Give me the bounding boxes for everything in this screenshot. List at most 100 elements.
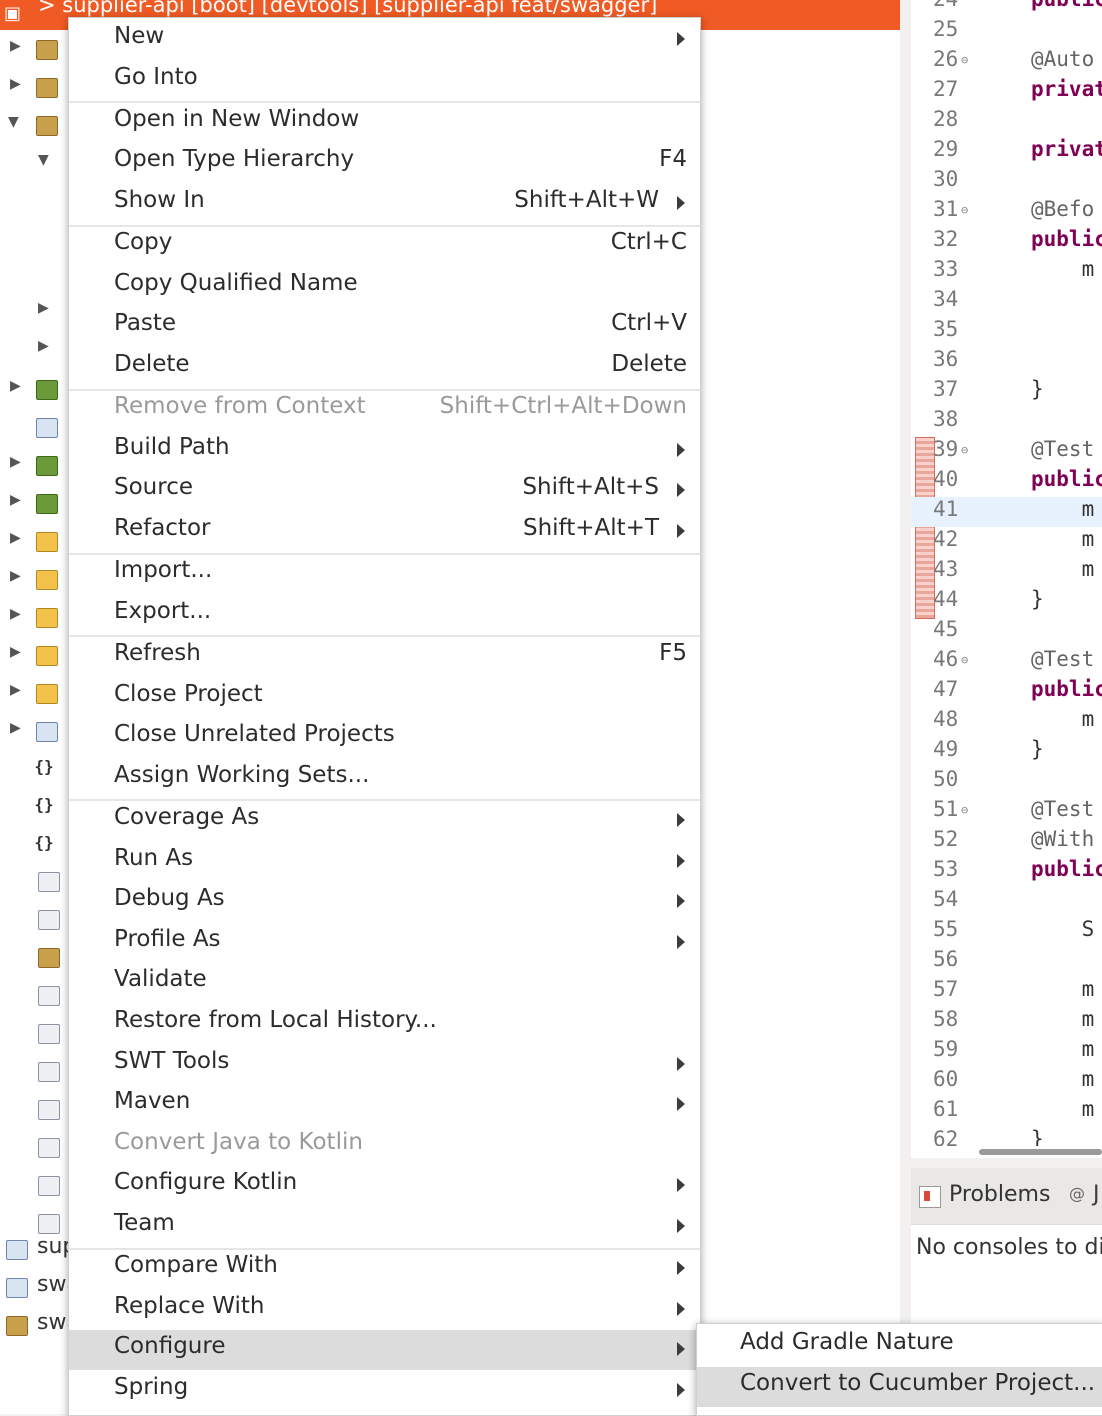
menu-item-configure-kotlin[interactable]: Configure Kotlin (69, 1166, 700, 1206)
tree-item[interactable]: ▶ (0, 330, 70, 368)
tree-item[interactable]: ▶ (0, 68, 70, 106)
code-line[interactable]: 55 S (911, 917, 1102, 947)
tree-item[interactable]: ▶ (0, 712, 70, 750)
submenu-item-convert-to-cucumber-project[interactable]: Convert to Cucumber Project... (697, 1367, 1102, 1407)
code-line[interactable]: 34 (911, 287, 1102, 317)
tree-item[interactable]: {} (0, 786, 70, 824)
submenu-item-add-gradle-nature[interactable]: Add Gradle Nature (697, 1326, 1102, 1366)
menu-item-build-path[interactable]: Build Path (69, 431, 700, 471)
code-line[interactable]: 41 m (911, 497, 1102, 527)
tree-item[interactable]: ▶ (0, 636, 70, 674)
menu-item-configure[interactable]: Configure (69, 1330, 700, 1371)
code-line[interactable]: 38 (911, 407, 1102, 437)
code-line[interactable]: 32 public (911, 227, 1102, 257)
menu-item-spring[interactable]: Spring (69, 1371, 700, 1411)
code-line[interactable]: 53 public (911, 857, 1102, 887)
menu-item-run-as[interactable]: Run As (69, 842, 700, 882)
expand-arrow-icon[interactable]: ▶ (38, 300, 49, 316)
tree-item[interactable]: swa (0, 1268, 80, 1306)
code-line[interactable]: 35 (911, 317, 1102, 347)
tree-item[interactable]: {} (0, 748, 70, 786)
scrollbar-thumb[interactable] (979, 1149, 1102, 1155)
code-line[interactable]: 47 public (911, 677, 1102, 707)
menu-item-copy[interactable]: Copy Ctrl+C (69, 226, 700, 266)
code-line[interactable]: 40 public (911, 467, 1102, 497)
code-line[interactable]: 54 (911, 887, 1102, 917)
code-line[interactable]: 43 m (911, 557, 1102, 587)
tree-item[interactable] (0, 862, 70, 900)
expand-arrow-icon[interactable]: ▶ (10, 530, 21, 546)
tree-item[interactable] (0, 976, 70, 1014)
fold-toggle-icon[interactable]: ⊖ (961, 53, 968, 67)
menu-item-copy-qualified-name[interactable]: Copy Qualified Name (69, 267, 700, 307)
menu-item-close-unrelated-projects[interactable]: Close Unrelated Projects (69, 718, 700, 758)
code-line[interactable]: 50 (911, 767, 1102, 797)
tree-item[interactable] (0, 408, 70, 446)
tree-item[interactable] (0, 938, 70, 976)
menu-item-export[interactable]: Export... (69, 595, 700, 635)
tree-item[interactable] (0, 1014, 70, 1052)
expand-arrow-icon[interactable]: ▶ (10, 568, 21, 584)
tree-item[interactable]: {} (0, 824, 70, 862)
horizontal-scrollbar[interactable] (911, 1146, 1102, 1158)
tree-item[interactable]: ▶ (0, 446, 70, 484)
code-line[interactable]: 60 m (911, 1067, 1102, 1097)
expand-arrow-icon[interactable]: ▶ (10, 454, 21, 470)
menu-item-maven[interactable]: Maven (69, 1085, 700, 1125)
menu-item-team[interactable]: Team (69, 1207, 700, 1247)
expand-arrow-icon[interactable]: ▶ (38, 338, 49, 354)
fold-toggle-icon[interactable]: ⊖ (961, 203, 968, 217)
tree-item[interactable]: ▶ (0, 598, 70, 636)
tree-item[interactable]: ▼ (0, 144, 70, 182)
tab-problems[interactable]: Problems (949, 1182, 1050, 1207)
code-line[interactable]: 61 m (911, 1097, 1102, 1127)
menu-item-source[interactable]: Source Shift+Alt+S (69, 471, 700, 511)
tree-item[interactable]: ▶ (0, 484, 70, 522)
menu-item-go-into[interactable]: Go Into (69, 61, 700, 101)
expand-arrow-icon[interactable]: ▶ (10, 644, 21, 660)
menu-item-close-project[interactable]: Close Project (69, 678, 700, 718)
menu-item-show-in[interactable]: Show In Shift+Alt+W (69, 184, 700, 224)
menu-item-import[interactable]: Import... (69, 554, 700, 594)
menu-item-delete[interactable]: Delete Delete (69, 348, 700, 388)
code-line[interactable]: 56 (911, 947, 1102, 977)
code-line[interactable]: 26 ⊖ @Auto (911, 47, 1102, 77)
code-line[interactable]: 42 m (911, 527, 1102, 557)
menu-item-refresh[interactable]: Refresh F5 (69, 637, 700, 677)
expand-arrow-icon[interactable]: ▶ (10, 378, 21, 394)
menu-item-debug-as[interactable]: Debug As (69, 882, 700, 922)
menu-item-restore-from-local-history[interactable]: Restore from Local History... (69, 1004, 700, 1044)
menu-item-compare-with[interactable]: Compare With (69, 1249, 700, 1289)
tree-item[interactable]: ▶ (0, 674, 70, 712)
expand-arrow-icon[interactable]: ▶ (10, 492, 21, 508)
menu-item-assign-working-sets[interactable]: Assign Working Sets... (69, 759, 700, 799)
fold-toggle-icon[interactable]: ⊖ (961, 443, 968, 457)
menu-item-open-type-hierarchy[interactable]: Open Type Hierarchy F4 (69, 143, 700, 183)
tree-item[interactable] (0, 1052, 70, 1090)
code-line[interactable]: 46 ⊖ @Test (911, 647, 1102, 677)
code-line[interactable]: 30 (911, 167, 1102, 197)
code-line[interactable]: 45 (911, 617, 1102, 647)
code-line[interactable]: 27 privat (911, 77, 1102, 107)
tree-item[interactable]: ▶ (0, 292, 70, 330)
code-line[interactable]: 25 (911, 17, 1102, 47)
expand-arrow-icon[interactable]: ▶ (10, 720, 21, 736)
collapse-arrow-icon[interactable]: ▼ (8, 114, 19, 130)
code-line[interactable]: 57 m (911, 977, 1102, 1007)
tree-item[interactable] (0, 1090, 70, 1128)
code-line[interactable]: 58 m (911, 1007, 1102, 1037)
tree-item[interactable]: sup (0, 1230, 76, 1268)
expand-arrow-icon[interactable]: ▶ (10, 38, 21, 54)
code-editor[interactable]: 24public cl2526⊖@Auto27privat2829privat3… (911, 0, 1102, 1158)
code-line[interactable]: 36 (911, 347, 1102, 377)
menu-item-open-in-new-window[interactable]: Open in New Window (69, 103, 700, 143)
fold-toggle-icon[interactable]: ⊖ (961, 653, 968, 667)
tree-item[interactable]: ▶ (0, 560, 70, 598)
tree-item[interactable]: ▼ (0, 106, 70, 144)
menu-item-paste[interactable]: Paste Ctrl+V (69, 307, 700, 347)
code-line[interactable]: 59 m (911, 1037, 1102, 1067)
expand-arrow-icon[interactable]: ▶ (10, 682, 21, 698)
tab-javadoc[interactable]: J (1093, 1182, 1100, 1207)
menu-item-profile-as[interactable]: Profile As (69, 923, 700, 963)
menu-item-coverage-as[interactable]: Coverage As (69, 801, 700, 841)
